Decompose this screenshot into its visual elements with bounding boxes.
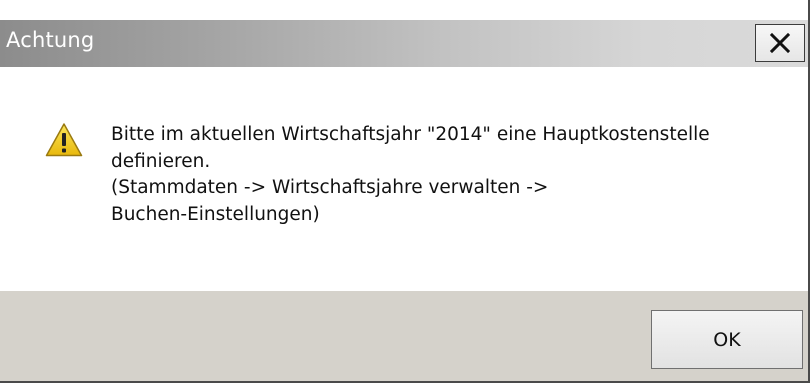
message-line: Bitte im aktuellen Wirtschaftsjahr "2014… — [111, 124, 710, 145]
message-dialog: Achtung Bitte im aktuellen Wirtschaftsja… — [0, 0, 810, 383]
close-icon — [769, 32, 791, 54]
close-button[interactable] — [755, 24, 805, 62]
message-line: (Stammdaten -> Wirtschaftsjahre verwalte… — [111, 177, 549, 198]
title-bar[interactable]: Achtung — [0, 0, 808, 67]
message-line: definieren. — [111, 150, 211, 172]
message-text: Bitte im aktuellen Wirtschaftsjahr "2014… — [111, 122, 791, 228]
button-bar: OK — [0, 291, 808, 381]
message-area: Bitte im aktuellen Wirtschaftsjahr "2014… — [0, 67, 808, 291]
ok-button[interactable]: OK — [651, 310, 803, 369]
warning-icon — [45, 123, 83, 157]
message-line: Buchen-Einstellungen) — [111, 203, 320, 225]
title-bar-top-margin — [0, 0, 808, 20]
dialog-title: Achtung — [6, 28, 95, 52]
